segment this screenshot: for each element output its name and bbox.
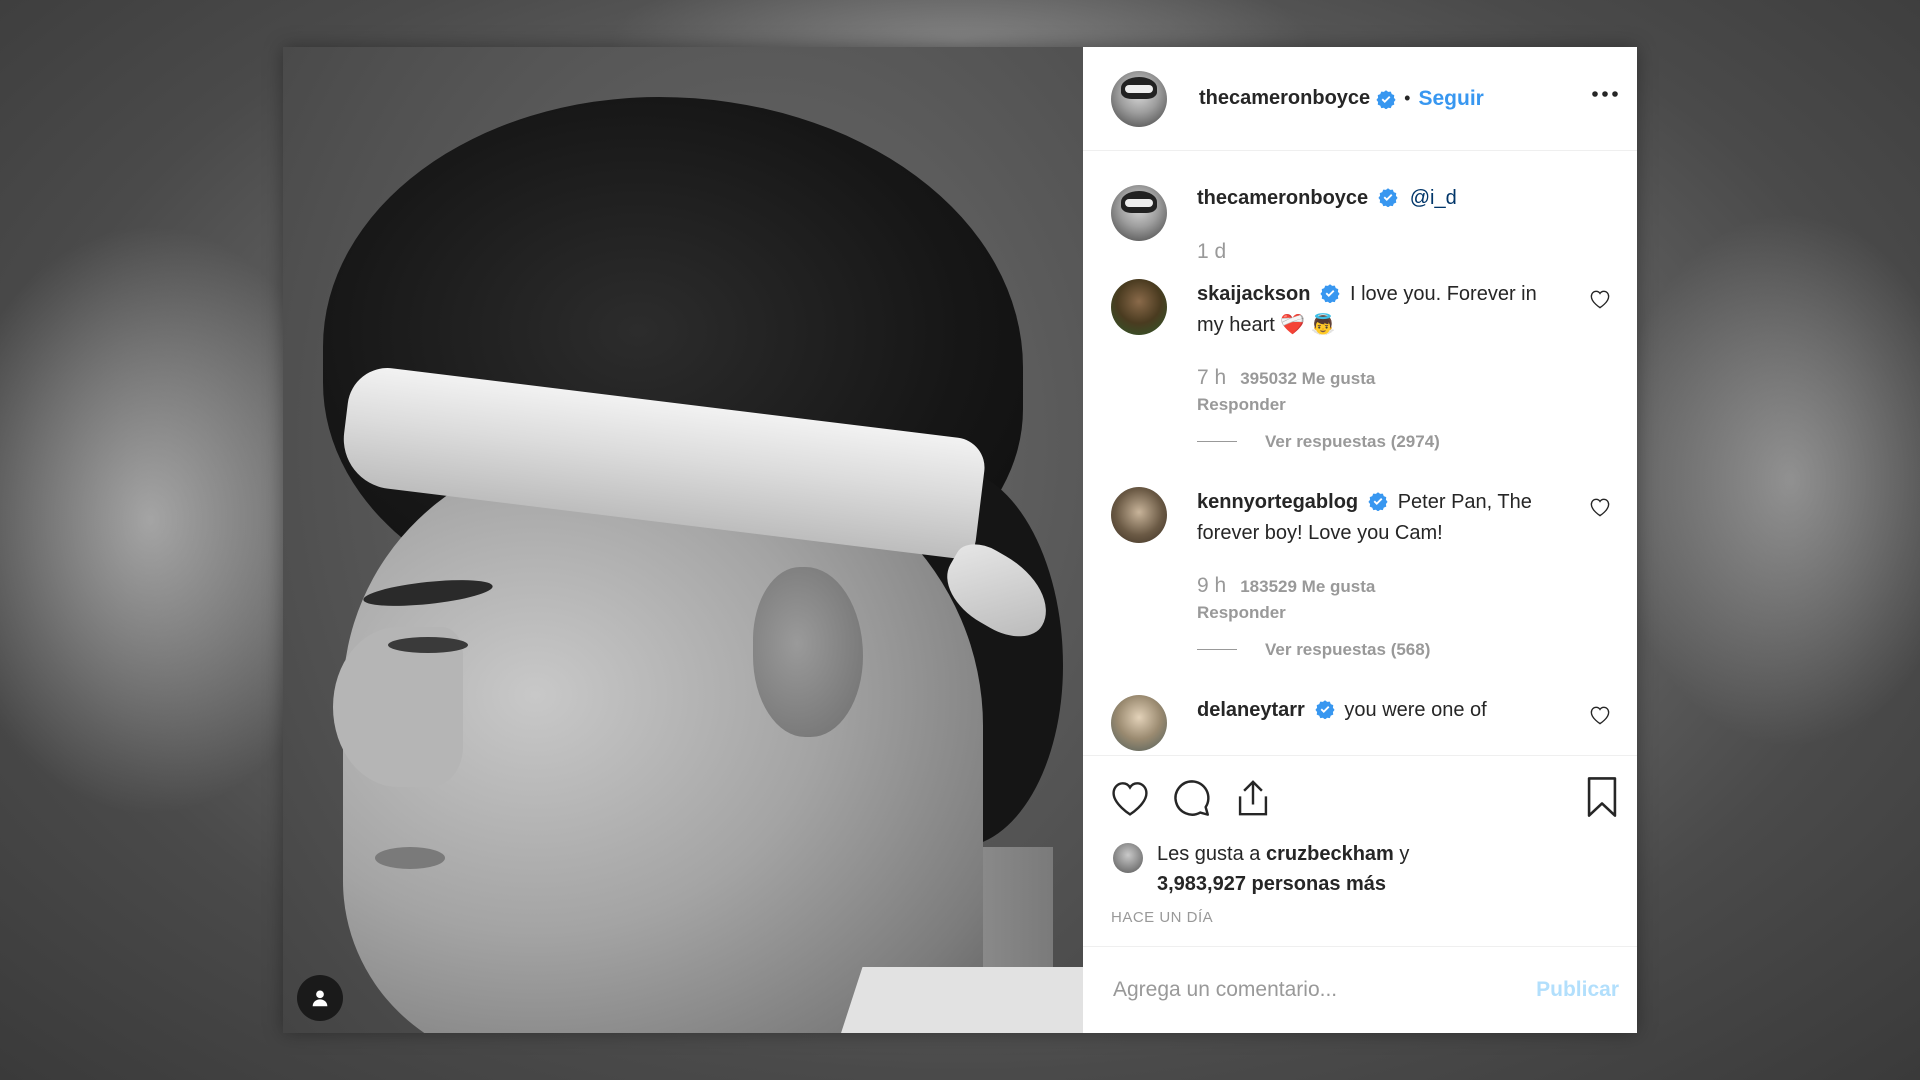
avatar[interactable] [1111,487,1167,543]
photo-lips [375,847,445,869]
comment-text: you were one of [1344,699,1487,721]
like-comment-heart-icon[interactable] [1589,497,1611,522]
comment-username[interactable]: kennyortegablog [1197,491,1358,513]
comment-form: Publicar [1083,947,1637,1033]
comment-likes[interactable]: 395032 Me gusta [1240,369,1375,388]
comment-username[interactable]: skaijackson [1197,283,1310,305]
heart-icon[interactable] [1109,779,1151,817]
avatar[interactable] [1111,279,1167,335]
likes-prefix: Les gusta a [1157,843,1261,865]
caption-username[interactable]: thecameronboyce [1197,187,1368,209]
post-photo[interactable] [283,47,1083,1033]
divider [1197,441,1237,442]
divider [1197,649,1237,650]
comment-input[interactable] [1111,977,1537,1003]
avatar[interactable] [1111,695,1167,751]
verified-badge-icon [1376,89,1396,109]
comment-icon[interactable] [1171,777,1213,819]
author-username[interactable]: thecameronboyce [1199,87,1370,110]
likes-summary: Les gusta a cruzbeckham y 3,983,927 pers… [1083,839,1637,899]
view-replies-label: Ver respuestas (568) [1265,640,1431,659]
follow-button[interactable]: Seguir [1418,87,1483,111]
verified-badge-icon [1368,492,1388,511]
post-header: thecameronboyce • Seguir [1083,47,1637,151]
caption-mention[interactable]: @i_d [1410,187,1457,209]
comment-username[interactable]: delaneytarr [1197,699,1305,721]
verified-badge-icon [1315,700,1335,719]
instagram-post: thecameronboyce • Seguir thecameronboyce… [283,47,1637,1033]
publish-button[interactable]: Publicar [1536,978,1619,1002]
caption-time: 1 d [1197,240,1227,263]
likes-conj: y [1399,843,1410,865]
reply-button[interactable]: Responder [1197,600,1557,626]
user-tag-icon[interactable] [297,975,343,1021]
avatar[interactable] [1111,185,1167,241]
view-replies-button[interactable]: Ver respuestas (568) [1197,634,1557,665]
like-comment-heart-icon[interactable] [1589,705,1611,730]
reply-button[interactable]: Responder [1197,392,1557,418]
action-bar [1083,755,1637,839]
more-options-icon[interactable] [1591,85,1619,103]
comments-list[interactable]: thecameronboyce @i_d 1 d skaijackson I l… [1083,151,1637,755]
comment-time: 7 h [1197,366,1227,389]
photo-eye [388,637,468,653]
bookmark-icon[interactable] [1585,776,1619,823]
post-panel: thecameronboyce • Seguir thecameronboyce… [1083,47,1637,1033]
like-comment-heart-icon[interactable] [1589,289,1611,314]
avatar[interactable] [1111,70,1167,127]
view-replies-button[interactable]: Ver respuestas (2974) [1197,426,1557,457]
comment-item: kennyortegablog Peter Pan, The forever b… [1111,487,1613,665]
avatar[interactable] [1113,843,1143,873]
post-timestamp: HACE UN DÍA [1083,899,1637,947]
liked-by-user[interactable]: cruzbeckham [1266,843,1394,865]
separator-dot: • [1404,88,1411,108]
caption: thecameronboyce @i_d 1 d [1111,185,1613,267]
photo-shirt [823,967,1083,1033]
comment-likes[interactable]: 183529 Me gusta [1240,577,1375,596]
likes-count[interactable]: 3,983,927 personas más [1157,873,1386,895]
view-replies-label: Ver respuestas (2974) [1265,432,1440,451]
comment-item: delaneytarr you were one of [1111,695,1613,751]
comment-time: 9 h [1197,574,1227,597]
verified-badge-icon [1320,284,1341,303]
comment-item: skaijackson I love you. Forever in my he… [1111,279,1613,457]
verified-badge-icon [1378,188,1398,207]
share-icon[interactable] [1233,777,1273,819]
